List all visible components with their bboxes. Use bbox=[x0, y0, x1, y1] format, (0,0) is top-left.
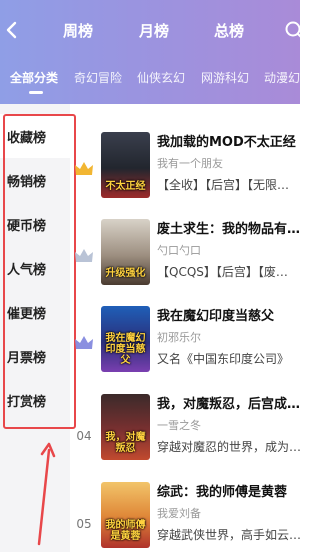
category-game-scifi[interactable]: 网游科幻 bbox=[201, 70, 249, 86]
book-author: 一雪之冬 bbox=[157, 419, 201, 432]
tab-total[interactable]: 总榜 bbox=[214, 21, 244, 41]
book-item[interactable]: 04 我，对魔叛忍 我，对魔叛忍，后宫成… 一雪之冬 穿越对魔忍的世界，成为… bbox=[74, 394, 302, 482]
category-active-indicator bbox=[29, 91, 43, 94]
category-fantasy-adventure[interactable]: 奇幻冒险 bbox=[74, 70, 122, 86]
book-cover[interactable]: 升级强化 bbox=[101, 219, 150, 285]
rank-number: 04 bbox=[76, 429, 92, 443]
book-description: 【QCQS】【后宫】【废… bbox=[157, 265, 288, 279]
category-xianxia[interactable]: 仙侠玄幻 bbox=[137, 70, 185, 86]
category-all[interactable]: 全部分类 bbox=[10, 70, 58, 86]
book-title[interactable]: 废土求生：我的物品有… bbox=[157, 221, 300, 239]
book-author: 勺口勺口 bbox=[157, 244, 201, 257]
tab-weekly[interactable]: 周榜 bbox=[63, 21, 93, 41]
annotation-arrow-icon bbox=[37, 442, 56, 546]
book-title[interactable]: 我，对魔叛忍，后宫成… bbox=[157, 396, 300, 414]
ranking-content: 收藏榜 畅销榜 硬币榜 人气榜 催更榜 月票榜 打赏榜 不太正经 我加载的MOD… bbox=[0, 104, 302, 552]
book-description: 又名《中国东印度公司》 bbox=[157, 352, 290, 366]
book-item[interactable]: 不太正经 我加载的MOD不太正经 我有一个朋友 【全收】【后宫】【无限… bbox=[74, 132, 300, 220]
tab-monthly[interactable]: 月榜 bbox=[139, 21, 169, 41]
book-cover[interactable]: 我的师傅是黄蓉 bbox=[101, 482, 150, 548]
header-bar: 周榜 月榜 总榜 全部分类 奇幻冒险 仙侠玄幻 网游科幻 动漫幻 bbox=[0, 0, 304, 104]
book-author: 我有一个朋友 bbox=[157, 157, 223, 170]
book-title[interactable]: 综武：我的师傅是黄蓉 bbox=[157, 484, 287, 502]
book-item[interactable]: 我在魔幻印度当慈父 我在魔幻印度当慈父 初邪乐尔 又名《中国东印度公司》 bbox=[74, 306, 300, 394]
rank-number: 05 bbox=[76, 517, 92, 531]
rank-crown-icon bbox=[75, 336, 93, 349]
book-description: 穿越武侠世界，高手如云… bbox=[157, 528, 302, 542]
book-cover[interactable]: 我在魔幻印度当慈父 bbox=[101, 306, 150, 372]
book-author: 我爱刘备 bbox=[157, 507, 201, 520]
book-title[interactable]: 我在魔幻印度当慈父 bbox=[157, 308, 274, 326]
rank-crown-icon bbox=[75, 162, 93, 175]
back-arrow-icon[interactable] bbox=[4, 20, 20, 40]
book-description: 【全收】【后宫】【无限… bbox=[157, 178, 290, 192]
book-title[interactable]: 我加载的MOD不太正经 bbox=[157, 134, 296, 152]
annotation-highlight-box bbox=[3, 114, 76, 429]
category-anime[interactable]: 动漫幻 bbox=[264, 70, 300, 86]
book-description: 穿越对魔忍的世界，成为… bbox=[157, 440, 302, 454]
book-cover[interactable]: 不太正经 bbox=[101, 132, 150, 198]
search-icon[interactable] bbox=[284, 20, 304, 40]
book-item[interactable]: 05 我的师傅是黄蓉 综武：我的师傅是黄蓉 我爱刘备 穿越武侠世界，高手如云… bbox=[74, 482, 302, 552]
book-cover[interactable]: 我，对魔叛忍 bbox=[101, 394, 150, 460]
book-author: 初邪乐尔 bbox=[157, 331, 201, 344]
rank-crown-icon bbox=[75, 249, 93, 262]
book-item[interactable]: 升级强化 废土求生：我的物品有… 勺口勺口 【QCQS】【后宫】【废… bbox=[74, 219, 300, 307]
